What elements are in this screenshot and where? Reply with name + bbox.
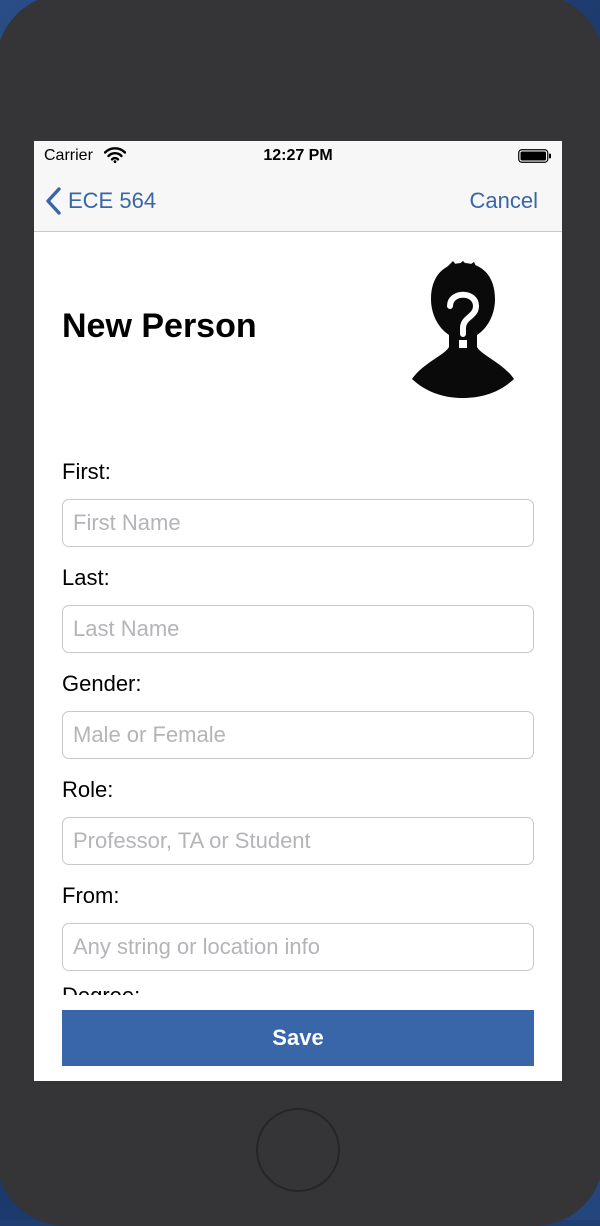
screen: Carrier 12:27 PM ECE 564 Cancel New Pers… bbox=[34, 141, 562, 1081]
last-name-label: Last: bbox=[62, 565, 110, 590]
cancel-button[interactable]: Cancel bbox=[470, 185, 538, 217]
navigation-bar: ECE 564 Cancel bbox=[34, 171, 562, 232]
home-button[interactable] bbox=[256, 1108, 340, 1192]
role-input[interactable] bbox=[62, 817, 534, 865]
from-label: From: bbox=[62, 883, 120, 908]
role-label: Role: bbox=[62, 777, 114, 802]
chevron-left-icon bbox=[46, 187, 61, 215]
gender-input[interactable] bbox=[62, 711, 534, 759]
status-bar: Carrier 12:27 PM bbox=[34, 141, 562, 171]
first-name-input[interactable] bbox=[62, 499, 534, 547]
last-name-input[interactable] bbox=[62, 605, 534, 653]
status-time: 12:27 PM bbox=[263, 147, 333, 164]
page-title: New Person bbox=[62, 307, 257, 345]
degree-label-partial: Degree: bbox=[62, 981, 140, 995]
unknown-person-icon bbox=[412, 261, 514, 398]
from-input[interactable] bbox=[62, 923, 534, 971]
save-button[interactable]: Save bbox=[62, 1010, 534, 1066]
first-name-label: First: bbox=[62, 459, 111, 484]
person-form: First: Last: Gender: Role: From: bbox=[62, 457, 534, 987]
back-button-label: ECE 564 bbox=[68, 188, 157, 213]
back-button[interactable]: ECE 564 bbox=[44, 185, 156, 217]
gender-label: Gender: bbox=[62, 671, 142, 696]
battery-icon bbox=[518, 149, 551, 163]
